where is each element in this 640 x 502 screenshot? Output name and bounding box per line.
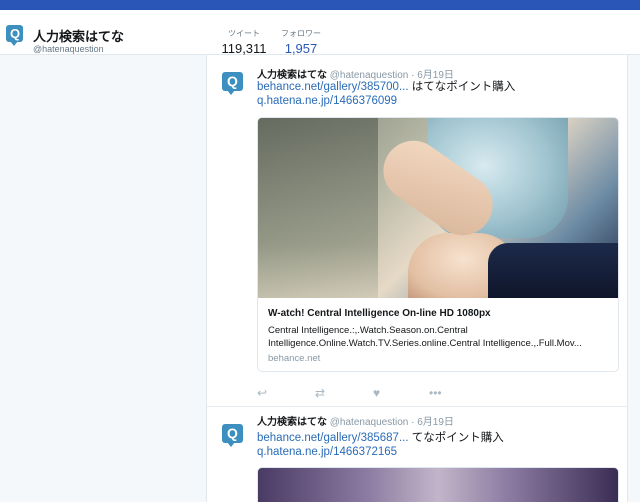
- account-handle: @hatenaquestion: [33, 44, 104, 54]
- avatar-hatena-q-icon[interactable]: Q: [222, 424, 243, 447]
- tweet-separator: ·: [411, 417, 415, 428]
- tweet-link-hatena[interactable]: q.hatena.ne.jp/1466372165: [257, 446, 397, 458]
- stat-tweets-value: 119,311: [221, 41, 267, 56]
- tweet-text: てなポイント購入: [408, 432, 504, 444]
- avatar-hatena-q-icon[interactable]: Q: [222, 72, 243, 95]
- top-accent-bar: [0, 0, 640, 10]
- account-name[interactable]: 人力検索はてな: [33, 26, 124, 45]
- tweet-link-behance[interactable]: behance.net/gallery/385700...: [257, 81, 409, 93]
- card-description: Central Intelligence.:,.Watch.Season.on.…: [268, 325, 582, 349]
- tweet-timeline: Q 人力検索はてな @hatenaquestion · 6月19日 behanc…: [206, 55, 628, 502]
- tweet-text-line-1: behance.net/gallery/385687... てなポイント購入: [257, 429, 504, 445]
- tweet[interactable]: Q 人力検索はてな @hatenaquestion · 6月19日 behanc…: [207, 55, 627, 407]
- tweet-text-line-2: q.hatena.ne.jp/1466376099: [257, 95, 397, 107]
- tweet-link-behance[interactable]: behance.net/gallery/385687...: [257, 432, 409, 444]
- tweet-author-name[interactable]: 人力検索はてな: [257, 417, 327, 428]
- tweet-text: はてなポイント購入: [408, 81, 516, 93]
- stat-tweets-label: ツイート: [228, 29, 260, 38]
- tweet-date[interactable]: 6月19日: [417, 417, 454, 428]
- tweet-header: 人力検索はてな @hatenaquestion · 6月19日: [257, 413, 454, 428]
- tweet-text-line-1: behance.net/gallery/385700... はてなポイント購入: [257, 78, 515, 94]
- profile-header: Q 人力検索はてな @hatenaquestion ツイート 119,311 フ…: [0, 10, 640, 63]
- stat-followers[interactable]: フォロワー 1,957: [274, 28, 328, 56]
- tweet[interactable]: Q 人力検索はてな @hatenaquestion · 6月19日 behanc…: [207, 407, 627, 502]
- stat-followers-value: 1,957: [284, 41, 318, 56]
- link-preview-card[interactable]: W-atch! Central Intelligence On-line HD …: [257, 117, 619, 372]
- logo-letter: Q: [10, 26, 21, 41]
- tweet-author-handle[interactable]: @hatenaquestion: [330, 417, 409, 428]
- tweet-text-line-2: q.hatena.ne.jp/1466372165: [257, 446, 397, 458]
- tweet-link-hatena[interactable]: q.hatena.ne.jp/1466376099: [257, 95, 397, 107]
- card-preview-image[interactable]: [257, 467, 619, 502]
- card-title: W-atch! Central Intelligence On-line HD …: [268, 308, 491, 319]
- hatena-q-logo-icon[interactable]: Q: [6, 25, 23, 46]
- stat-followers-label: フォロワー: [281, 29, 321, 38]
- card-domain: behance.net: [268, 353, 321, 364]
- card-preview-image: [258, 118, 618, 298]
- more-options-icon[interactable]: •••: [429, 386, 442, 400]
- reply-icon[interactable]: ↩: [257, 386, 267, 400]
- retweet-icon[interactable]: ⇄: [315, 386, 325, 400]
- like-heart-icon[interactable]: ♥: [373, 386, 380, 400]
- stat-tweets[interactable]: ツイート 119,311: [214, 28, 274, 56]
